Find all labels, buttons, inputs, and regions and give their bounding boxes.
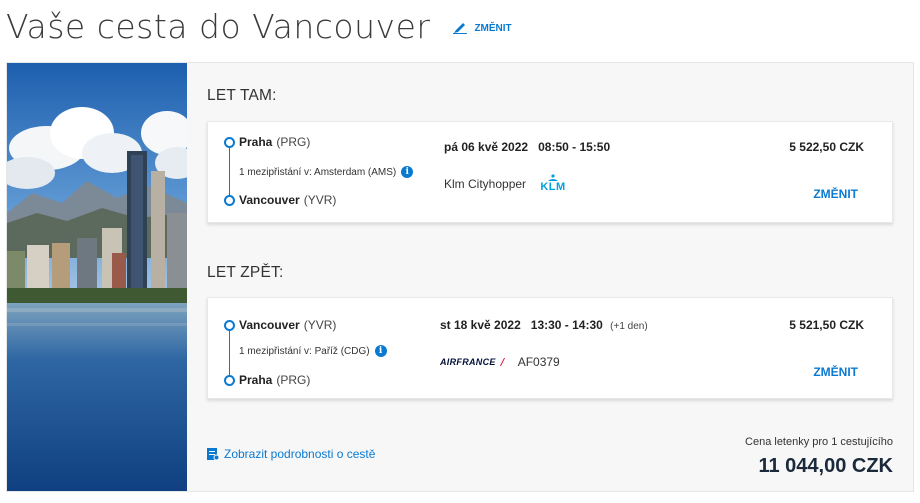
info-icon[interactable]: i [374,345,387,357]
destination-code: (YVR) [303,193,337,207]
pencil-icon [452,22,468,34]
destination-city: Praha [239,373,273,387]
origin-dot-icon [224,319,235,331]
inbound-change-button[interactable]: ZMĚNIT [813,365,858,379]
page-title: Vaše cesta do Vancouver [6,6,431,46]
inbound-label: LET ZPĚT: [207,264,284,281]
details-link-label: Zobrazit podrobnosti o cestě [224,447,376,461]
destination-code: (PRG) [276,373,311,387]
outbound-destination: Vancouver (YVR) [224,193,336,207]
page-header: Vaše cesta do Vancouver ZMĚNIT [6,0,512,52]
outbound-price: 5 522,50 CZK [789,140,864,154]
outbound-flight-card: Praha (PRG) 1 mezipřistání v: Amsterdam … [207,121,893,223]
airfrance-logo: AIRFRANCE [440,357,506,367]
inbound-stopover: 1 mezipřistání v: Paříž (CDG) i [239,345,387,357]
origin-dot-icon [224,136,235,148]
outbound-airline: Klm Cityhopper KLM [444,174,566,193]
outbound-date: pá 06 kvě 2022 [444,140,529,154]
document-icon [207,447,220,461]
change-trip-label: ZMĚNIT [474,22,512,34]
outbound-datetime: pá 06 kvě 2022 08:50 - 15:50 [444,140,610,154]
stopover-text: 1 mezipřistání v: Amsterdam (AMS) [239,166,397,178]
flight-number: AF0379 [517,355,560,369]
origin-code: (YVR) [303,318,337,332]
fare-total: 11 044,00 CZK [758,455,893,477]
fare-label: Cena letenky pro 1 cestujícího [745,436,893,448]
origin-city: Praha [239,135,273,149]
inbound-route: Vancouver (YVR) 1 mezipřistání v: Paříž … [224,298,444,398]
inbound-time: 13:30 - 14:30 [530,318,603,332]
inbound-date: st 18 kvě 2022 [440,318,521,332]
stopover-text: 1 mezipřistání v: Paříž (CDG) [239,345,370,357]
outbound-stopover: 1 mezipřistání v: Amsterdam (AMS) i [239,166,414,178]
trip-details-link[interactable]: Zobrazit podrobnosti o cestě [207,447,375,461]
inbound-datetime: st 18 kvě 2022 13:30 - 14:30 (+1 den) [440,318,648,332]
next-day-indicator: (+1 den) [610,321,648,332]
inbound-airline: AIRFRANCE AF0379 [440,355,560,369]
inbound-destination: Praha (PRG) [224,373,310,387]
trip-summary-card: LET TAM: Praha (PRG) 1 mezipřistání v: A… [6,62,914,492]
destination-dot-icon [224,374,235,386]
klm-logo: KLM [540,174,566,193]
outbound-route: Praha (PRG) 1 mezipřistání v: Amsterdam … [224,122,444,222]
trip-details: LET TAM: Praha (PRG) 1 mezipřistání v: A… [187,63,913,491]
inbound-flight-card: Vancouver (YVR) 1 mezipřistání v: Paříž … [207,297,893,399]
change-trip-button[interactable]: ZMĚNIT [452,22,512,34]
airline-name: Klm Cityhopper [444,176,527,191]
outbound-label: LET TAM: [207,87,277,104]
outbound-time: 08:50 - 15:50 [538,140,611,154]
inbound-price: 5 521,50 CZK [789,318,864,332]
destination-city: Vancouver [239,193,300,207]
outbound-change-button[interactable]: ZMĚNIT [813,187,858,201]
destination-photo [7,63,187,491]
origin-code: (PRG) [276,135,311,149]
outbound-origin: Praha (PRG) [224,135,310,149]
inbound-origin: Vancouver (YVR) [224,318,336,332]
info-icon[interactable]: i [401,166,414,178]
origin-city: Vancouver [239,318,300,332]
destination-dot-icon [224,194,235,206]
